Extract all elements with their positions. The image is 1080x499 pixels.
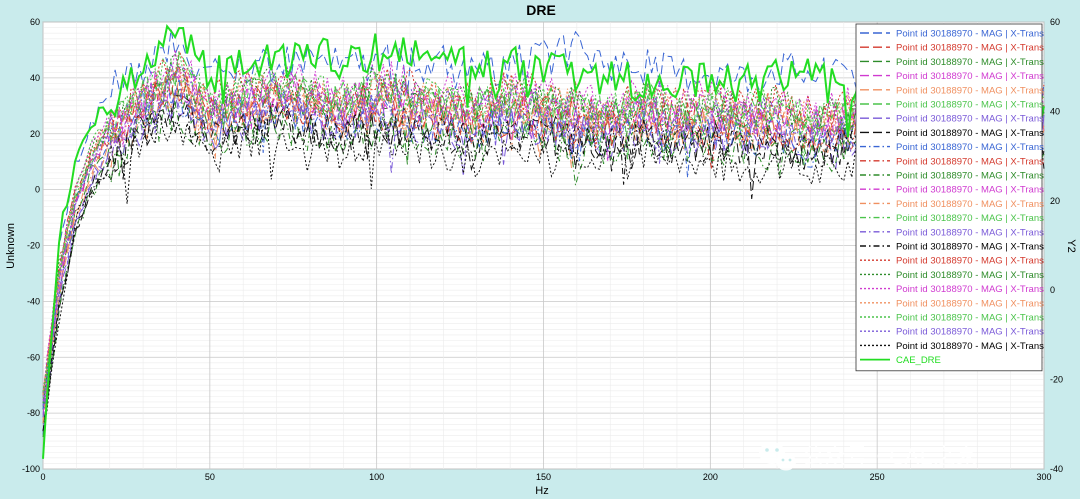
legend-label: Point id 30188970 - MAG | X-Trans [896, 57, 1044, 68]
legend-label: Point id 30188970 - MAG | X-Trans [896, 213, 1044, 224]
x-tick-label: 150 [536, 472, 551, 482]
watermark-text: 公众号 · CAE之家 [802, 445, 977, 470]
y-tick-label: -80 [27, 408, 40, 418]
legend-label: Point id 30188970 - MAG | X-Trans [896, 242, 1044, 253]
legend-label: CAE_DRE [896, 355, 941, 366]
x-tick-label: 200 [703, 472, 718, 482]
legend-label: Point id 30188970 - MAG | X-Trans [896, 142, 1044, 153]
legend-label: Point id 30188970 - MAG | X-Trans [896, 114, 1044, 125]
x-tick-label: 250 [870, 472, 885, 482]
legend-label: Point id 30188970 - MAG | X-Trans [896, 29, 1044, 40]
y-tick-label: 20 [30, 129, 40, 139]
y-axis-label: Unknown [5, 223, 17, 269]
legend-label: Point id 30188970 - MAG | X-Trans [896, 327, 1044, 338]
legend-label: Point id 30188970 - MAG | X-Trans [896, 171, 1044, 182]
legend-label: Point id 30188970 - MAG | X-Trans [896, 185, 1044, 196]
x-tick-label: 100 [369, 472, 384, 482]
chart: DRE 0 50 100 150 200 250 300-100-80-60-40-2002… [0, 0, 1080, 499]
legend-label: Point id 30188970 - MAG | X-Trans [896, 298, 1044, 309]
legend: Point id 30188970 - MAG | X-Trans Point i… [855, 23, 1044, 372]
x-tick-label: 0 [40, 472, 45, 482]
legend-label: Point id 30188970 - MAG | X-Trans [896, 227, 1044, 238]
y2-tick-label: 40 [1050, 106, 1060, 116]
legend-label: Point id 30188970 - MAG | X-Trans [896, 100, 1044, 111]
legend-label: Point id 30188970 - MAG | X-Trans [896, 128, 1044, 139]
y2-tick-label: 60 [1050, 17, 1060, 27]
y2-tick-label: -20 [1050, 375, 1063, 385]
legend-label: Point id 30188970 - MAG | X-Trans [896, 43, 1044, 54]
y2-tick-label: 0 [1050, 285, 1055, 295]
x-tick-label: 50 [205, 472, 215, 482]
y-tick-label: -40 [27, 296, 40, 306]
y-tick-label: 0 [35, 185, 40, 195]
y-tick-label: -20 [27, 241, 40, 251]
y-tick-label: -100 [22, 464, 40, 474]
y2-tick-label: 20 [1050, 196, 1060, 206]
chart-title: DRE [526, 2, 556, 18]
y-tick-label: -60 [27, 352, 40, 362]
y2-axis-label: Y2 [1065, 239, 1077, 252]
legend-label: Point id 30188970 - MAG | X-Trans [896, 85, 1044, 96]
legend-label: Point id 30188970 - MAG | X-Trans [896, 284, 1044, 295]
legend-label: Point id 30188970 - MAG | X-Trans [896, 256, 1044, 267]
y-tick-label: 40 [30, 73, 40, 83]
legend-label: Point id 30188970 - MAG | X-Trans [896, 71, 1044, 82]
legend-label: Point id 30188970 - MAG | X-Trans [896, 199, 1044, 210]
y-tick-label: 60 [30, 17, 40, 27]
legend-label: Point id 30188970 - MAG | X-Trans [896, 270, 1044, 281]
x-axis-label: Hz [535, 485, 548, 497]
legend-label: Point id 30188970 - MAG | X-Trans [896, 313, 1044, 324]
y2-tick-label: -40 [1050, 464, 1063, 474]
legend-label: Point id 30188970 - MAG | X-Trans [896, 341, 1044, 352]
legend-label: Point id 30188970 - MAG | X-Trans [896, 156, 1044, 167]
